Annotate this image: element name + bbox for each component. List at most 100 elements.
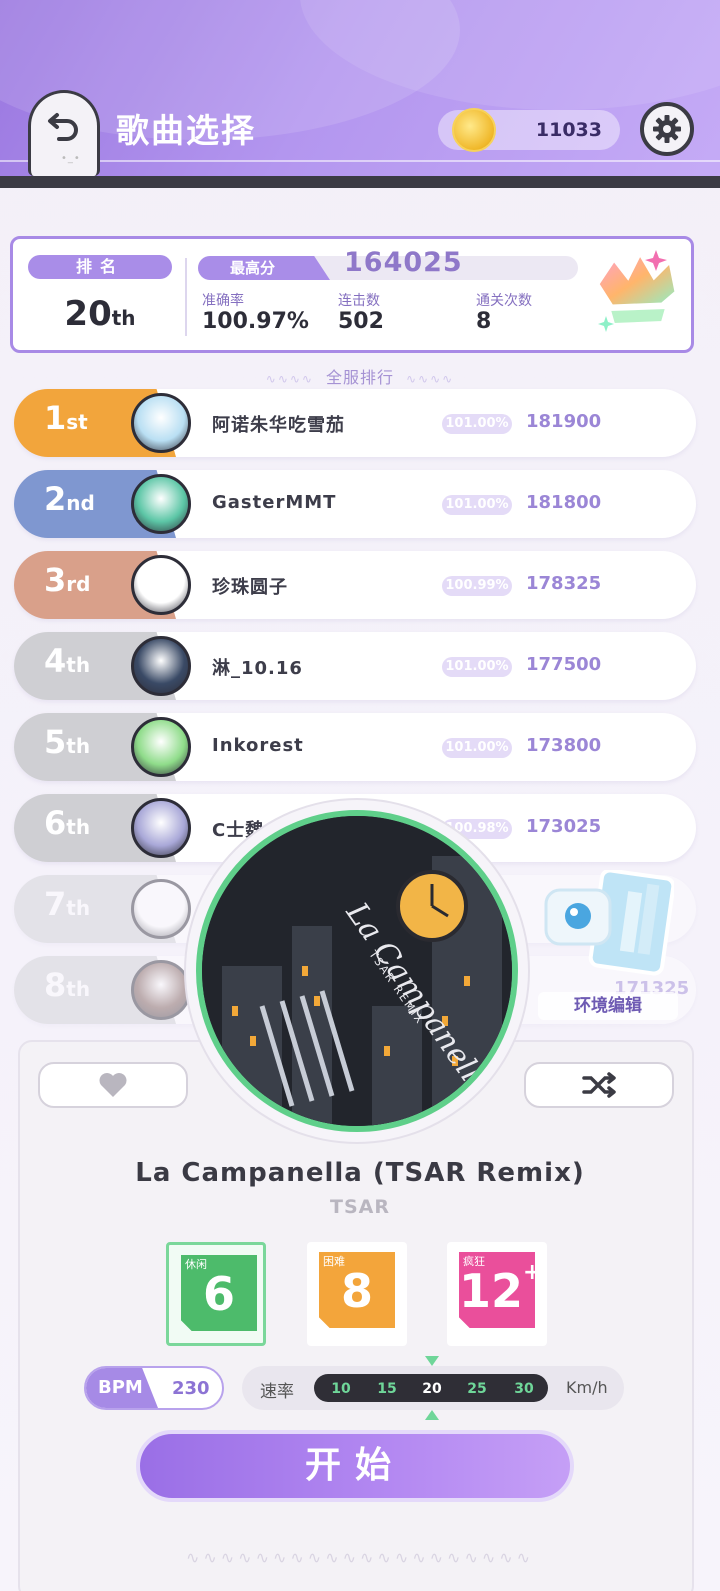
- difficulty-card[interactable]: 疯狂 12+: [447, 1242, 547, 1346]
- speed-option[interactable]: 20: [417, 1381, 447, 1397]
- top-header: [0, 0, 720, 188]
- album-art-image: La Campanella TSAR REMIX: [202, 816, 512, 1126]
- leaderboard-rank-suffix: th: [66, 977, 91, 1001]
- player-name: 淋_10.16: [212, 658, 303, 679]
- panel-divider: [185, 258, 187, 336]
- album-cover[interactable]: La Campanella TSAR REMIX: [196, 810, 518, 1132]
- leaderboard-rank: 7th: [44, 885, 90, 923]
- back-button[interactable]: •_•: [28, 90, 100, 176]
- leaderboard-rank-number: 4: [44, 642, 67, 680]
- combo-value: 502: [338, 309, 384, 334]
- header-divider: [0, 160, 720, 162]
- avatar[interactable]: [131, 393, 191, 453]
- bpm-label: BPM: [86, 1368, 158, 1408]
- back-button-decoration: •_•: [61, 153, 81, 164]
- leaderboard-rank: 4th: [44, 642, 90, 680]
- speed-label: 速率: [260, 1382, 294, 1402]
- speed-marker-top-icon: [425, 1356, 439, 1366]
- player-accuracy: 101.00%: [442, 495, 512, 515]
- leaderboard-title-text: 全服排行: [325, 368, 394, 387]
- player-score: 181900: [526, 411, 602, 432]
- accuracy-value: 100.97%: [202, 309, 309, 334]
- leaderboard-row[interactable]: 2nd GasterMMT 101.00% 181800: [14, 470, 696, 538]
- player-accuracy: 101.00%: [442, 738, 512, 758]
- environment-preview-icon[interactable]: [540, 870, 674, 976]
- difficulty-level: 8: [319, 1264, 395, 1318]
- player-score: 178325: [526, 573, 602, 594]
- settings-button[interactable]: [640, 102, 694, 156]
- highscore-value: 164025: [344, 247, 463, 278]
- speed-option[interactable]: 25: [462, 1381, 492, 1397]
- player-score: 177500: [526, 654, 602, 675]
- difficulty-level-number: 6: [202, 1267, 235, 1321]
- difficulty-plus: +: [523, 1260, 542, 1285]
- favorite-button[interactable]: [38, 1062, 188, 1108]
- bpm-value: 230: [172, 1378, 210, 1399]
- accuracy-label: 准确率: [202, 293, 244, 309]
- avatar[interactable]: [131, 798, 191, 858]
- leaderboard-rank: 5th: [44, 723, 90, 761]
- gear-icon: [653, 115, 681, 143]
- speed-option[interactable]: 15: [372, 1381, 402, 1397]
- shuffle-icon: [582, 1072, 616, 1098]
- leaderboard-rank-suffix: th: [66, 815, 91, 839]
- leaderboard-row[interactable]: 3rd 珍珠圆子 100.99% 178325: [14, 551, 696, 619]
- difficulty-badge: 困难 8: [319, 1252, 395, 1328]
- leaderboard-rank: 6th: [44, 804, 90, 842]
- player-name: Inkorest: [212, 735, 304, 756]
- difficulty-badge: 休闲 6: [181, 1255, 257, 1331]
- difficulty-level: 6: [181, 1267, 257, 1321]
- song-artist: TSAR: [330, 1196, 390, 1218]
- leaderboard-rank-number: 3: [44, 561, 67, 599]
- player-name: 珍珠圆子: [212, 577, 288, 598]
- difficulty-card[interactable]: 休闲 6: [166, 1242, 266, 1346]
- speed-marker-bottom-icon: [425, 1410, 439, 1420]
- speed-option[interactable]: 30: [509, 1381, 539, 1397]
- song-title: La Campanella (TSAR Remix): [135, 1158, 585, 1188]
- leaderboard-rank: 1st: [44, 399, 88, 437]
- coin-value: 11033: [535, 119, 602, 141]
- difficulty-level-number: 12: [459, 1264, 524, 1318]
- leaderboard-rank: 3rd: [44, 561, 90, 599]
- leaderboard-rank-suffix: nd: [66, 491, 95, 515]
- leaderboard-title: ∿∿∿∿ 全服排行 ∿∿∿∿: [0, 364, 720, 388]
- leaderboard-row[interactable]: 5th Inkorest 101.00% 173800: [14, 713, 696, 781]
- speed-option[interactable]: 10: [326, 1381, 356, 1397]
- leaderboard-row[interactable]: 4th 淋_10.16 101.00% 177500: [14, 632, 696, 700]
- avatar[interactable]: [131, 474, 191, 534]
- avatar[interactable]: [131, 636, 191, 696]
- leaderboard-rank-number: 8: [44, 966, 67, 1004]
- leaderboard-rank-number: 7: [44, 885, 67, 923]
- rank-badge-icon: [596, 250, 678, 332]
- player-score: 181800: [526, 492, 602, 513]
- shuffle-button[interactable]: [524, 1062, 674, 1108]
- rank-number: 20: [64, 294, 112, 334]
- player-accuracy: 100.99%: [442, 576, 512, 596]
- difficulty-level: 12+: [459, 1260, 535, 1318]
- leaderboard-rank-number: 6: [44, 804, 67, 842]
- bpm-display: BPM 230: [84, 1366, 224, 1410]
- leaderboard-rank: 2nd: [44, 480, 95, 518]
- bottom-decoration: ∿∿∿∿∿∿∿∿∿∿∿∿∿∿∿∿∿∿∿∿: [185, 1548, 535, 1567]
- difficulty-badge: 疯狂 12+: [459, 1252, 535, 1328]
- start-button[interactable]: 开始: [136, 1430, 574, 1502]
- leaderboard-rank-suffix: th: [66, 896, 91, 920]
- leaderboard-rank-suffix: th: [66, 653, 91, 677]
- leaderboard-rank: 8th: [44, 966, 90, 1004]
- difficulty-card[interactable]: 困难 8: [307, 1242, 407, 1346]
- leaderboard-rank-number: 1: [44, 399, 67, 437]
- avatar[interactable]: [131, 717, 191, 777]
- heart-icon: [99, 1073, 127, 1097]
- avatar[interactable]: [131, 555, 191, 615]
- leaderboard-rank-number: 2: [44, 480, 67, 518]
- clears-label: 通关次数: [476, 293, 532, 309]
- player-accuracy: 101.00%: [442, 414, 512, 434]
- avatar[interactable]: [131, 960, 191, 1020]
- leaderboard-row[interactable]: 1st 阿诺朱华吃雪茄 101.00% 181900: [14, 389, 696, 457]
- title-decoration: ∿∿∿∿: [265, 372, 314, 386]
- avatar[interactable]: [131, 879, 191, 939]
- rank-suffix: th: [111, 306, 136, 330]
- page-title: 歌曲选择: [116, 111, 256, 150]
- player-score: 173800: [526, 735, 602, 756]
- environment-edit-button[interactable]: 环境编辑: [538, 992, 678, 1020]
